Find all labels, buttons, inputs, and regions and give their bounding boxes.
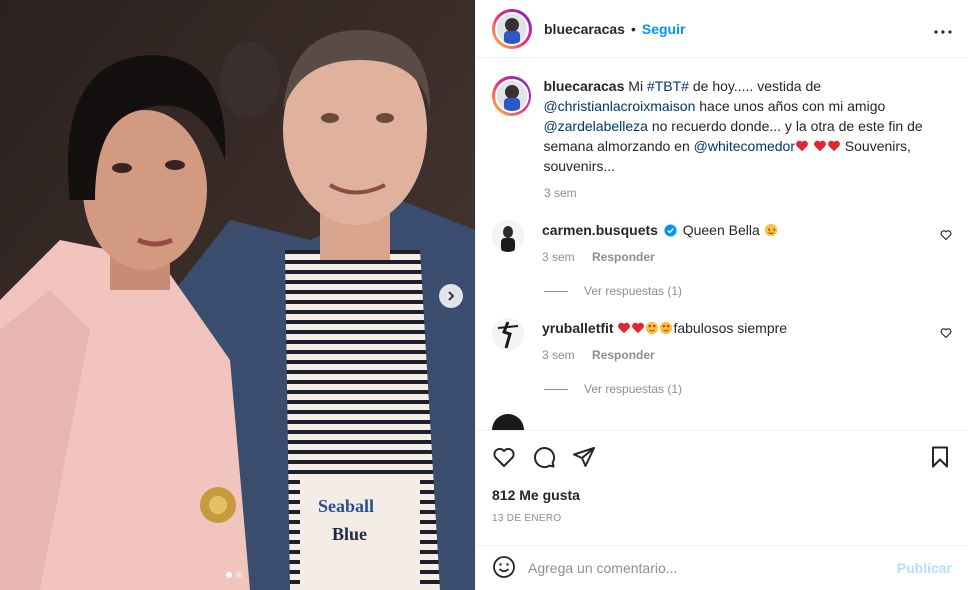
view-replies-button[interactable]: Ver respuestas (1) [544,382,952,396]
action-icons [492,443,952,473]
mention-link[interactable]: @christianlacroixmaison [543,98,695,114]
comment-line: yruballetfit fabulosos siempre [542,318,787,338]
author-avatar [495,11,529,46]
instagram-post: Seaball Blue bluecaracas • Seguir blueca… [0,0,968,590]
star-eyes-emoji-icon [764,222,778,238]
comment-line: carmen.busquets Queen Bella [542,220,778,240]
caption-text-3: hace unos años con mi amigo [695,98,886,114]
avatar-image [492,220,524,252]
more-icon [934,30,952,34]
commenter-avatar[interactable] [492,220,524,252]
comment-time: 3 sem [542,250,575,264]
author-avatar-ring[interactable] [492,8,532,49]
heart-outline-icon [940,230,952,241]
heart-emoji-icon [827,138,841,154]
emoji-button[interactable] [492,555,516,582]
carousel-next-button[interactable] [439,284,463,308]
caption-time: 3 sem [544,186,577,200]
comment-item-partial [492,414,952,430]
smiley-icon [493,555,515,578]
heart-emoji-icon [617,320,631,336]
reply-button[interactable]: Responder [592,250,655,264]
comment-username[interactable]: yruballetfit [542,320,614,336]
caption-text-1: Mi [628,78,647,94]
like-button[interactable] [492,445,516,472]
svg-text:Seaball: Seaball [318,496,374,516]
caption-avatar-ring[interactable] [492,76,532,116]
likes-count[interactable]: 812 Me gusta [492,487,952,503]
like-comment-button[interactable] [940,228,952,244]
comment-body: carmen.busquets Queen Bella 3 sem Respon… [542,220,778,264]
commenter-avatar[interactable] [492,318,524,350]
comment-meta: 3 sem Responder [542,348,787,362]
heart-outline-icon [493,447,515,467]
carousel-dot [236,572,242,578]
heart-outline-icon [940,328,952,339]
header-separator: • [630,20,636,37]
save-button[interactable] [928,445,952,472]
view-replies-label: Ver respuestas (1) [584,284,683,298]
replies-divider [544,388,568,390]
paper-plane-icon [573,446,595,467]
post-photo: Seaball Blue [0,0,475,590]
post-media[interactable]: Seaball Blue [0,0,475,590]
comment-text: Queen Bella [682,222,760,238]
caption-text-2: de hoy..... vestida de [688,78,822,94]
heart-emoji-icon [795,138,809,154]
heart-emoji-icon [813,138,827,154]
comment-bubble-icon [534,446,556,468]
caption-username[interactable]: bluecaracas [543,78,624,94]
comment-meta: 3 sem Responder [542,250,778,264]
caption-meta: 3 sem [544,186,952,200]
hashtag-link[interactable]: #TBT# [647,78,689,94]
follow-button[interactable]: Seguir [642,21,686,37]
svg-text:Blue: Blue [332,524,367,544]
post-caption: bluecaracas Mi #TBT# de hoy..... vestida… [492,76,952,176]
post-side-panel: bluecaracas • Seguir bluecaracas Mi #TBT… [475,0,968,590]
comment-item: yruballetfit fabulosos siempre 3 sem Res… [492,318,952,362]
replies-divider [544,290,568,292]
caption-avatar [494,79,529,113]
post-date[interactable]: 13 DE ENERO [492,513,952,524]
comment-username[interactable]: carmen.busquets [542,222,658,238]
comments-list[interactable]: bluecaracas Mi #TBT# de hoy..... vestida… [476,58,968,430]
view-replies-button[interactable]: Ver respuestas (1) [544,284,952,298]
heart-emoji-icon [631,320,645,336]
add-comment-bar: Publicar [476,545,968,590]
avatar-image [497,13,527,44]
avatar-image [492,318,524,350]
comment-body: yruballetfit fabulosos siempre 3 sem Res… [542,318,787,362]
commenter-avatar[interactable] [492,414,524,430]
mention-link[interactable]: @whitecomedor [694,138,795,154]
comment-text: fabulosos siempre [673,320,788,336]
comment-time: 3 sem [542,348,575,362]
avatar-image [496,81,527,111]
heart-eyes-emoji-icon [659,320,673,336]
more-options-button[interactable] [934,18,952,39]
author-username[interactable]: bluecaracas [544,21,625,37]
chevron-right-icon [448,291,455,301]
mention-link[interactable]: @zardelabelleza [543,118,648,134]
carousel-dot-active [226,572,232,578]
comment-button[interactable] [532,445,556,472]
reply-button[interactable]: Responder [592,348,655,362]
carousel-indicator [226,572,242,578]
heart-eyes-emoji-icon [645,320,659,336]
bookmark-icon [932,446,948,467]
post-header: bluecaracas • Seguir [476,0,968,58]
like-comment-button[interactable] [940,326,952,342]
comment-item: carmen.busquets Queen Bella 3 sem Respon… [492,220,952,264]
comment-input[interactable] [528,560,897,576]
publish-button[interactable]: Publicar [897,560,952,576]
share-button[interactable] [572,445,596,472]
caption-text: bluecaracas Mi #TBT# de hoy..... vestida… [543,76,952,176]
post-actions: 812 Me gusta 13 DE ENERO [476,430,968,545]
verified-badge-icon [664,224,677,237]
view-replies-label: Ver respuestas (1) [584,382,683,396]
